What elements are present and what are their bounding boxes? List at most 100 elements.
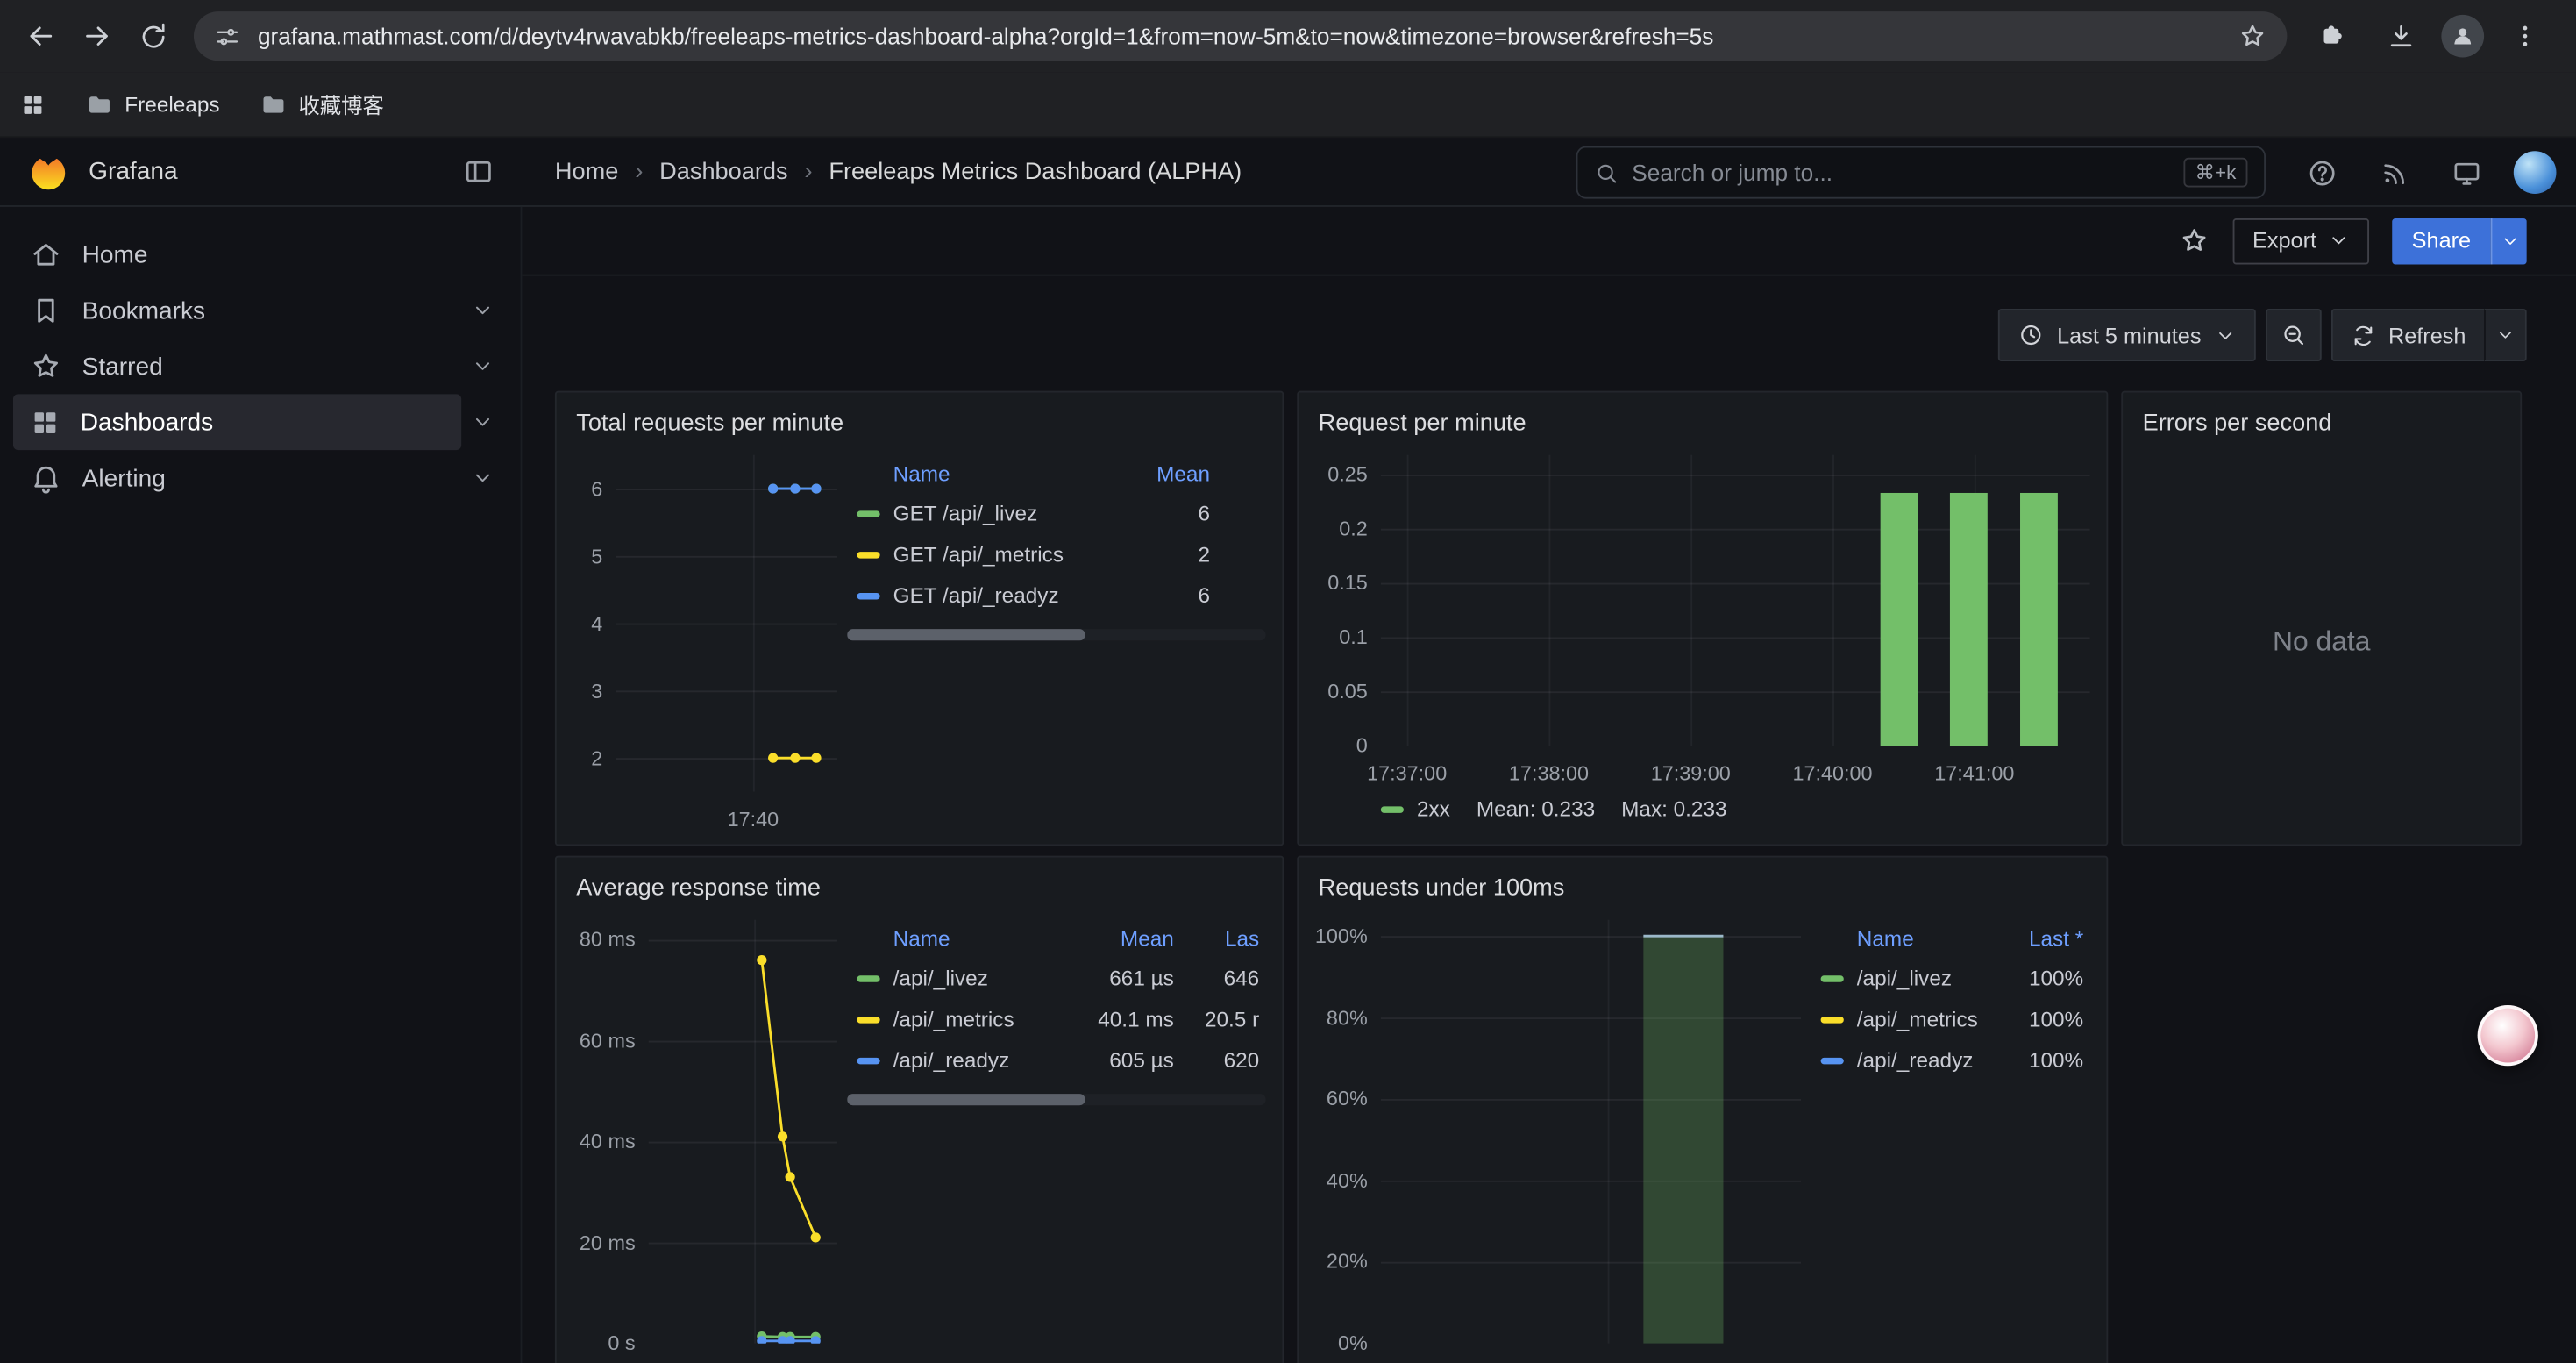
zoom-out-button[interactable] bbox=[2266, 309, 2322, 361]
y-tick-label: 0.2 bbox=[1339, 517, 1368, 540]
dashboards-grid-icon bbox=[30, 406, 61, 438]
series-color-icon bbox=[857, 510, 879, 516]
scrollbar-thumb[interactable] bbox=[847, 1094, 1085, 1105]
legend-scrollbar[interactable] bbox=[847, 629, 1265, 640]
time-series-chart: 65432 17:40 bbox=[573, 455, 837, 828]
sidebar-toggle-icon[interactable] bbox=[453, 147, 502, 196]
y-tick-label: 100% bbox=[1315, 924, 1368, 947]
breadcrumb-current[interactable]: Freeleaps Metrics Dashboard (ALPHA) bbox=[829, 159, 1242, 185]
panel-request-per-minute: Request per minute 0.250.20.150.10.050 1… bbox=[1297, 391, 2108, 846]
panel-title[interactable]: Errors per second bbox=[2123, 393, 2520, 446]
chevron-down-icon[interactable] bbox=[461, 410, 504, 433]
legend-cell: GET /api/_livez bbox=[893, 501, 1125, 525]
legend-cell: 2 bbox=[1125, 542, 1210, 567]
chevron-down-icon[interactable] bbox=[461, 467, 504, 489]
export-button[interactable]: Export bbox=[2232, 218, 2368, 263]
url-bar[interactable] bbox=[194, 11, 2287, 61]
y-tick-label: 60% bbox=[1327, 1088, 1368, 1110]
sidebar-item-bookmarks[interactable]: Bookmarks bbox=[13, 282, 504, 339]
back-icon[interactable] bbox=[13, 8, 69, 64]
legend-row[interactable]: GET /api/_metrics2 bbox=[847, 534, 1265, 575]
time-range-picker[interactable]: Last 5 minutes bbox=[1998, 309, 2256, 361]
legend-cell: 6 bbox=[1125, 501, 1210, 525]
x-axis: 17:40 bbox=[1381, 1352, 1801, 1363]
apps-grid-icon[interactable] bbox=[19, 91, 46, 118]
site-settings-icon[interactable] bbox=[213, 22, 241, 50]
legend-header-last[interactable]: Last * bbox=[1998, 926, 2083, 951]
sidebar-item-label: Home bbox=[82, 240, 148, 268]
reload-icon[interactable] bbox=[125, 8, 181, 64]
url-input[interactable] bbox=[258, 23, 2222, 49]
user-avatar[interactable] bbox=[2514, 151, 2557, 194]
bookmark-folder-blogs[interactable]: 收藏博客 bbox=[243, 81, 401, 128]
legend-row[interactable]: /api/_readyz100% bbox=[1811, 1039, 2089, 1081]
folder-icon bbox=[260, 90, 288, 118]
x-tick-label: 17:40 bbox=[728, 808, 779, 831]
bookmark-folder-freeleaps[interactable]: Freeleaps bbox=[69, 82, 237, 127]
browser-menu-icon[interactable] bbox=[2497, 8, 2553, 64]
extensions-icon[interactable] bbox=[2303, 8, 2359, 64]
x-tick-label: 17:39:00 bbox=[1651, 762, 1731, 785]
legend-header-name[interactable]: Name bbox=[893, 926, 1089, 951]
legend-header-mean[interactable]: Mean bbox=[1125, 461, 1210, 486]
x-tick-label: 17:40:00 bbox=[1792, 762, 1872, 785]
panel-title[interactable]: Total requests per minute bbox=[557, 393, 1283, 446]
kiosk-mode-icon[interactable] bbox=[2441, 148, 2490, 197]
refresh-split-button: Refresh bbox=[2330, 309, 2526, 361]
legend-row[interactable]: /api/_metrics40.1 ms20.5 r bbox=[847, 998, 1265, 1039]
legend-cell: GET /api/_readyz bbox=[893, 583, 1125, 608]
downloads-icon[interactable] bbox=[2373, 8, 2429, 64]
breadcrumb-dashboards[interactable]: Dashboards bbox=[659, 159, 787, 185]
legend-header-name[interactable]: Name bbox=[893, 461, 1125, 486]
y-axis: 100%80%60%40%20%0% bbox=[1315, 920, 1381, 1352]
panel-title[interactable]: Average response time bbox=[557, 857, 1283, 910]
panel-title[interactable]: Request per minute bbox=[1299, 393, 2106, 446]
legend-row[interactable]: /api/_metrics100% bbox=[1811, 998, 2089, 1039]
floating-assistant-avatar[interactable] bbox=[2478, 1005, 2538, 1066]
plot-area[interactable] bbox=[1381, 455, 2090, 754]
no-data-message: No data bbox=[2139, 455, 2504, 828]
search-box[interactable]: ⌘+k bbox=[1576, 146, 2266, 199]
legend-cell: 620 bbox=[1174, 1048, 1259, 1073]
refresh-interval-caret[interactable] bbox=[2484, 309, 2527, 361]
sidebar-item-alerting[interactable]: Alerting bbox=[13, 450, 504, 506]
bookmark-star-icon[interactable] bbox=[2238, 21, 2267, 51]
y-tick-label: 80 ms bbox=[580, 928, 636, 951]
legend-row[interactable]: /api/_readyz605 µs620 bbox=[847, 1039, 1265, 1081]
legend-row[interactable]: /api/_livez100% bbox=[1811, 958, 2089, 999]
grafana-logo[interactable] bbox=[26, 149, 71, 194]
profile-avatar[interactable] bbox=[2441, 15, 2484, 58]
legend-header-name[interactable]: Name bbox=[1857, 926, 1998, 951]
legend-row[interactable]: GET /api/_livez6 bbox=[847, 493, 1265, 534]
share-menu-caret[interactable] bbox=[2491, 218, 2527, 263]
forward-icon[interactable] bbox=[69, 8, 125, 64]
share-button[interactable]: Share bbox=[2392, 218, 2490, 263]
legend-cell: /api/_readyz bbox=[1857, 1048, 1998, 1073]
plot-area[interactable] bbox=[616, 455, 837, 800]
news-icon[interactable] bbox=[2369, 148, 2418, 197]
refresh-icon bbox=[2351, 323, 2375, 347]
legend-header-mean[interactable]: Mean bbox=[1088, 926, 1173, 951]
help-icon[interactable] bbox=[2297, 148, 2346, 197]
refresh-button[interactable]: Refresh bbox=[2330, 309, 2484, 361]
chevron-down-icon[interactable] bbox=[461, 354, 504, 377]
legend-row[interactable]: GET /api/_readyz6 bbox=[847, 574, 1265, 616]
legend-cell: /api/_livez bbox=[1857, 966, 1998, 990]
bookmarks-bar: Freeleaps 收藏博客 bbox=[0, 72, 2576, 138]
series-name[interactable]: 2xx bbox=[1417, 796, 1450, 821]
panel-title[interactable]: Requests under 100ms bbox=[1299, 857, 2106, 910]
chevron-down-icon[interactable] bbox=[461, 299, 504, 322]
search-input[interactable] bbox=[1632, 160, 2183, 186]
scrollbar-thumb[interactable] bbox=[847, 629, 1085, 640]
sidebar-item-home[interactable]: Home bbox=[13, 226, 504, 282]
plot-area[interactable] bbox=[649, 920, 837, 1352]
y-axis: 80 ms60 ms40 ms20 ms0 s bbox=[573, 920, 649, 1352]
legend-row[interactable]: /api/_livez661 µs646 bbox=[847, 958, 1265, 999]
sidebar-item-dashboards[interactable]: Dashboards bbox=[13, 394, 504, 450]
legend-header-las[interactable]: Las bbox=[1174, 926, 1259, 951]
legend-scrollbar[interactable] bbox=[847, 1094, 1265, 1105]
plot-area[interactable] bbox=[1381, 920, 1801, 1352]
breadcrumb-home[interactable]: Home bbox=[555, 159, 618, 185]
sidebar-item-starred[interactable]: Starred bbox=[13, 339, 504, 395]
favorite-star-icon[interactable] bbox=[2179, 225, 2210, 257]
